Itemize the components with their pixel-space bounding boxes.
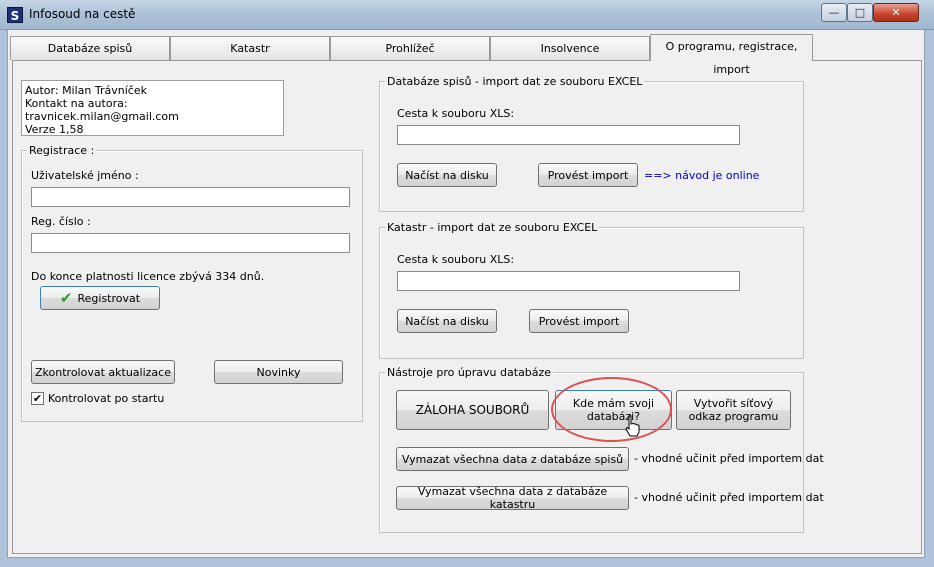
check-updates-button[interactable]: Zkontrolovat aktualizace: [31, 360, 175, 384]
username-input[interactable]: [31, 187, 350, 207]
tab-o-programu[interactable]: O programu, registrace, import: [650, 34, 813, 76]
version-line: Verze 1,58: [25, 123, 84, 136]
regnum-label: Reg. číslo :: [31, 215, 91, 228]
hand-cursor-icon: [625, 415, 640, 437]
katastr-import-button[interactable]: Provést import: [529, 309, 629, 333]
license-remaining-text: Do konce platnosti licence zbývá 334 dnů…: [31, 270, 265, 283]
title-bar[interactable]: [0, 0, 934, 30]
close-button[interactable]: ✕: [873, 3, 919, 22]
check-on-start-checkbox[interactable]: ✔: [31, 392, 44, 405]
tab-prohlizec[interactable]: Prohlížeč: [330, 36, 490, 60]
news-button[interactable]: Novinky: [214, 360, 343, 384]
clear-spisy-note: - vhodné učinit před importem dat: [634, 452, 824, 465]
clear-spisy-button[interactable]: Vymazat všechna data z databáze spisů: [396, 447, 629, 471]
highlight-ellipse: [551, 377, 672, 442]
checkmark-icon: ✔: [59, 288, 73, 307]
import-katastr-group: [379, 227, 804, 359]
contact-line: Kontakt na autora: travnicek.milan@gmail…: [25, 97, 179, 123]
username-label: Uživatelské jméno :: [31, 169, 139, 182]
import-spisy-group: [379, 81, 804, 212]
katastr-load-button[interactable]: Načíst na disku: [397, 309, 497, 333]
katastr-path-label: Cesta k souboru XLS:: [397, 253, 515, 266]
window-title: Infosoud na cestě: [29, 7, 136, 21]
tools-group-label: Nástroje pro úpravu databáze: [385, 366, 554, 379]
online-guide-link[interactable]: ==> návod je online: [644, 169, 759, 182]
import-spisy-group-label: Databáze spisů - import dat ze souboru E…: [385, 75, 645, 88]
tab-katastr[interactable]: Katastr: [170, 36, 330, 60]
spisy-path-input[interactable]: [397, 125, 740, 145]
tab-databaze-spisu[interactable]: Databáze spisů: [10, 36, 170, 60]
about-text-box: Autor: Milan Trávníček Kontakt na autora…: [21, 80, 284, 136]
clear-katastr-button[interactable]: Vymazat všechna data z databáze katastru: [396, 485, 629, 511]
register-button[interactable]: ✔ Registrovat: [40, 286, 160, 310]
maximize-button[interactable]: □: [847, 3, 873, 22]
clear-katastr-note: - vhodné učinit před importem dat: [634, 491, 824, 504]
create-network-link-button[interactable]: Vytvořit síťový odkaz programu: [676, 390, 791, 430]
regnum-input[interactable]: [31, 233, 350, 253]
spisy-path-label: Cesta k souboru XLS:: [397, 107, 515, 120]
tab-insolvence[interactable]: Insolvence: [490, 36, 650, 60]
katastr-path-input[interactable]: [397, 271, 740, 291]
minimize-button[interactable]: —: [821, 3, 847, 22]
backup-files-button[interactable]: ZÁLOHA SOUBORŮ: [396, 390, 549, 430]
spisy-load-button[interactable]: Načíst na disku: [397, 163, 497, 187]
register-button-label: Registrovat: [77, 291, 141, 305]
app-icon: S: [7, 7, 23, 23]
spisy-import-button[interactable]: Provést import: [538, 163, 638, 187]
registration-group-label: Registrace :: [27, 144, 97, 157]
author-line: Autor: Milan Trávníček: [25, 84, 147, 97]
check-on-start-label: Kontrolovat po startu: [48, 392, 165, 405]
import-katastr-group-label: Katastr - import dat ze souboru EXCEL: [385, 221, 600, 234]
